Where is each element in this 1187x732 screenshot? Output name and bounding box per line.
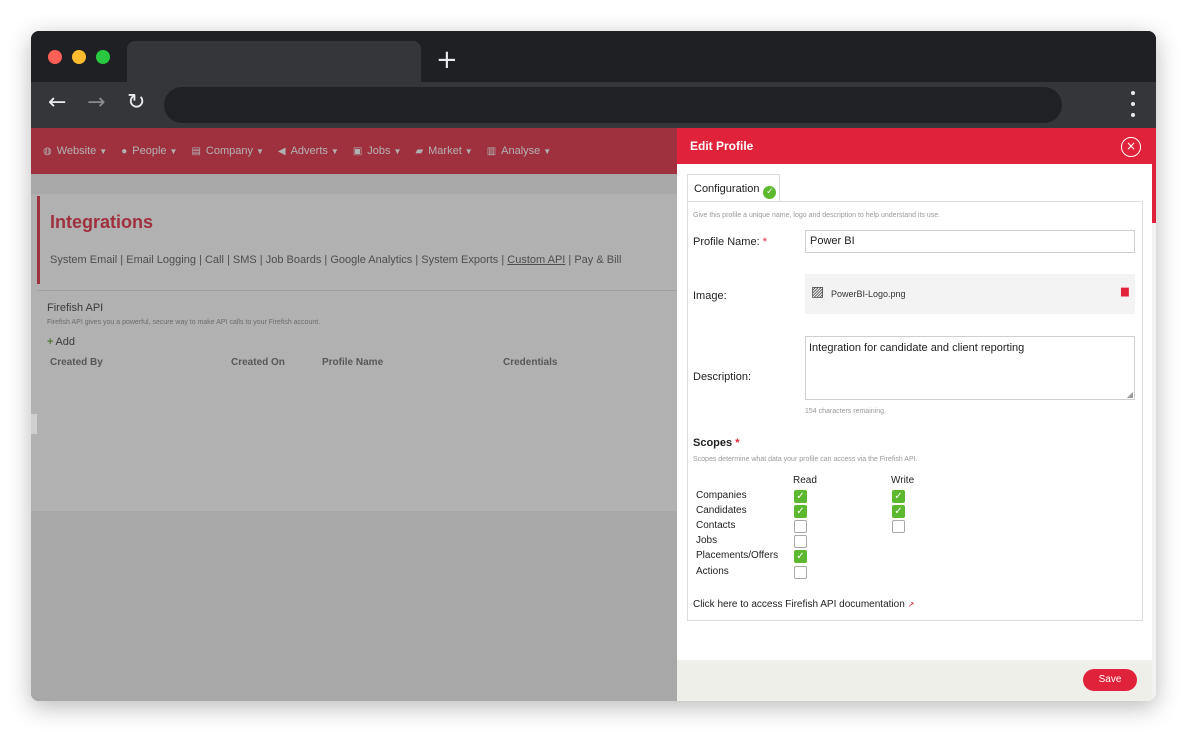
image-upload[interactable]: ▨ PowerBI-Logo.png ▆ [805,274,1135,314]
scope-actions: Actions [696,566,729,577]
placements-read-checkbox[interactable]: ✓ [794,550,807,563]
profile-name-input[interactable]: Power BI [805,230,1135,253]
doc-link-text: Click here to access Firefish API docume… [693,599,905,610]
required-marker: * [762,236,767,248]
jobs-read-checkbox[interactable] [794,535,807,548]
candidates-write-checkbox[interactable]: ✓ [892,505,905,518]
profile-name-label-text: Profile Name: [693,236,760,248]
edit-profile-panel: Edit Profile × Configuration ✓ Give this … [677,128,1156,701]
description-label: Description: [693,371,752,383]
api-documentation-link[interactable]: Click here to access Firefish API docume… [693,599,914,610]
description-textarea[interactable]: Integration for candidate and client rep… [805,336,1135,400]
reload-icon[interactable]: ↻ [127,90,145,116]
maximize-window-button[interactable] [96,50,110,64]
tab-label: Configuration [694,183,760,195]
browser-window: + ← → ↻ ◍ Website ▼ ● People ▼ ▤ Company ▼ ◀ Ad… [31,31,1156,701]
scopes-title-text: Scopes [693,437,733,449]
write-column-header: Write [891,475,915,486]
check-circle-icon: ✓ [763,186,777,199]
intro-text: Give this profile a unique name, logo an… [693,212,941,219]
required-marker: * [735,437,740,449]
panel-title: Edit Profile [690,139,754,153]
actions-read-checkbox[interactable] [794,566,807,579]
trash-icon[interactable]: ▆ [1121,286,1129,297]
new-tab-icon[interactable]: + [436,45,458,75]
browser-tab[interactable] [127,41,421,82]
companies-read-checkbox[interactable]: ✓ [794,490,807,503]
scope-contacts: Contacts [696,520,736,531]
tab-configuration[interactable]: Configuration ✓ [687,174,780,202]
image-file-icon: ▨ [811,284,825,300]
image-filename: PowerBI-Logo.png [831,289,906,299]
forward-arrow-icon[interactable]: → [87,90,105,116]
scope-candidates: Candidates [696,505,747,516]
read-column-header: Read [793,475,817,486]
characters-remaining: 154 characters remaining. [805,408,886,415]
profile-name-label: Profile Name: * [693,236,767,248]
scope-companies: Companies [696,490,747,501]
resize-grip-icon[interactable]: ◢ [1127,390,1133,399]
save-button[interactable]: Save [1083,669,1137,691]
description-value: Integration for candidate and client rep… [809,342,1025,354]
contacts-write-checkbox[interactable] [892,520,905,533]
panel-header: Edit Profile × [677,128,1152,164]
browser-titlebar: + [31,31,1156,82]
panel-footer [677,660,1152,701]
browser-toolbar: ← → ↻ [31,82,1156,128]
scrollbar-thumb[interactable] [1152,128,1156,223]
close-icon[interactable]: × [1121,137,1141,157]
minimize-window-button[interactable] [72,50,86,64]
contacts-read-checkbox[interactable] [794,520,807,533]
scopes-title: Scopes * [693,437,739,449]
close-window-button[interactable] [48,50,62,64]
external-link-icon: ↗ [907,600,915,609]
companies-write-checkbox[interactable]: ✓ [892,490,905,503]
scopes-help: Scopes determine what data your profile … [693,456,918,463]
scope-jobs: Jobs [696,535,718,546]
candidates-read-checkbox[interactable]: ✓ [794,505,807,518]
page-viewport: ◍ Website ▼ ● People ▼ ▤ Company ▼ ◀ Adverts ▼ ▣… [31,128,1156,701]
browser-menu-icon[interactable] [1130,91,1136,117]
side-handle[interactable] [31,414,37,434]
back-arrow-icon[interactable]: ← [48,90,66,116]
image-label: Image: [693,290,727,302]
address-bar[interactable] [164,87,1062,123]
scope-placements-offers: Placements/Offers [696,550,779,561]
